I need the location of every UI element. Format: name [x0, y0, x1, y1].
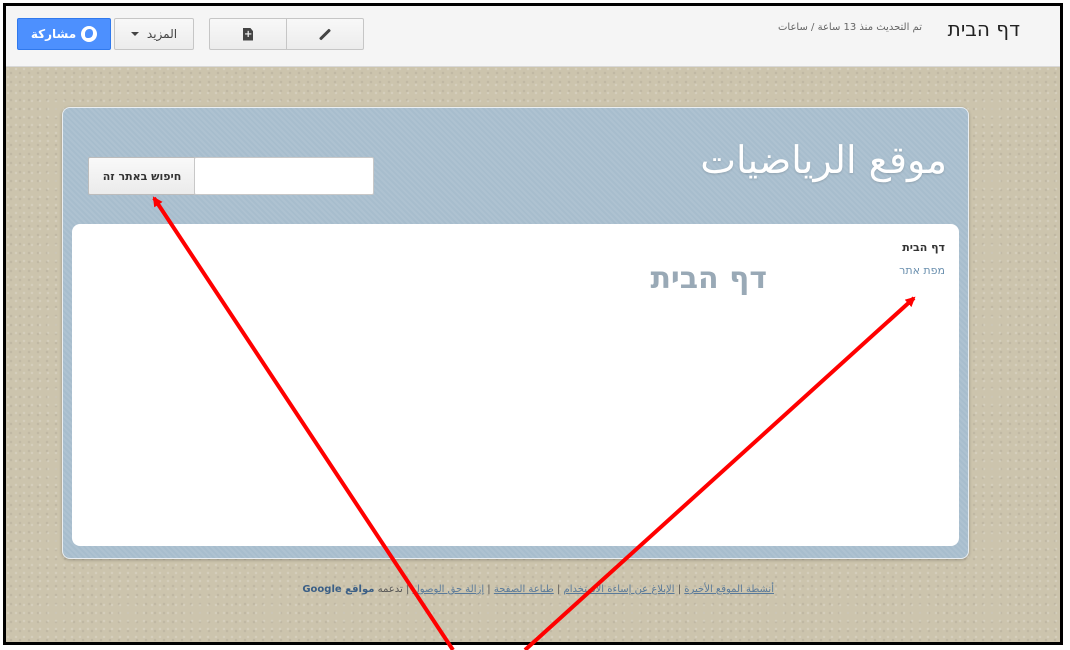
chevron-down-icon	[130, 32, 139, 36]
search-input[interactable]	[194, 157, 374, 195]
share-button[interactable]: مشاركة	[17, 18, 111, 50]
editor-toolbar: مشاركة المزيد تم التحديث منذ 13 ساعة / س…	[6, 6, 1060, 67]
footer-google-sites-link[interactable]: مواقع Google	[302, 584, 374, 595]
footer-separator: |	[484, 584, 491, 595]
footer-link-report-abuse[interactable]: الإبلاغ عن إساءة الاستخدام	[564, 584, 675, 595]
edit-button-group	[209, 18, 364, 50]
footer-link-remove-access[interactable]: إزالة حق الوصول	[413, 584, 485, 595]
last-updated-text: تم التحديث منذ 13 ساعة / ساعات	[778, 22, 922, 33]
search-button[interactable]: חיפוש באתר זה	[88, 157, 196, 195]
share-label: مشاركة	[30, 27, 77, 41]
footer-separator: |	[553, 584, 561, 595]
site-title[interactable]: موقع الرياضيات	[700, 138, 947, 182]
page-title: דף הבית	[947, 17, 1020, 41]
more-label: المزيد	[146, 27, 178, 41]
footer-powered-by: تدعمه	[377, 584, 403, 595]
sidebar-item-sitemap[interactable]: מפת אתר	[899, 264, 945, 277]
page-heading: דף הבית	[650, 261, 767, 296]
footer-link-recent-activity[interactable]: أنشطة الموقع الأخيرة	[684, 584, 774, 595]
footer-link-print-page[interactable]: طباعة الصفحة	[494, 584, 554, 595]
content-area: דף הבית מפת אתר דף הבית	[72, 224, 959, 546]
site-container: موقع الرياضيات חיפוש באתר זה דף הבית מפת…	[62, 107, 969, 559]
footer-separator: |	[674, 584, 682, 595]
footer-separator: |	[402, 584, 410, 595]
pencil-icon	[318, 27, 332, 41]
site-background: موقع الرياضيات חיפוש באתר זה דף הבית מפת…	[6, 67, 1060, 642]
screenshot-frame: مشاركة المزيد تم التحديث منذ 13 ساعة / س…	[3, 3, 1063, 645]
new-page-button[interactable]	[210, 19, 286, 49]
more-menu-button[interactable]: المزيد	[114, 18, 194, 50]
new-page-icon	[243, 27, 253, 41]
site-footer: أنشطة الموقع الأخيرة | الإبلاغ عن إساءة …	[274, 584, 774, 595]
sidebar-item-home[interactable]: דף הבית	[902, 241, 945, 254]
globe-icon	[81, 26, 98, 42]
edit-page-button[interactable]	[286, 19, 363, 49]
